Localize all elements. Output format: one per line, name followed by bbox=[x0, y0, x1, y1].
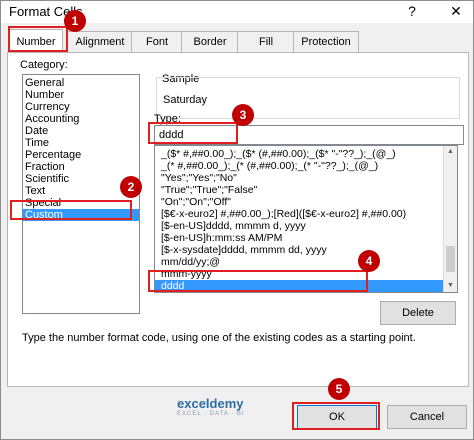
tab-border[interactable]: Border bbox=[181, 31, 239, 52]
scroll-thumb[interactable] bbox=[446, 246, 455, 272]
format-cells-dialog: Format Cells ? ✕ Number Alignment Font B… bbox=[0, 0, 474, 440]
highlight-custom-category bbox=[10, 200, 132, 220]
category-item[interactable]: Date bbox=[23, 125, 139, 137]
format-item[interactable]: _($* #,##0.00_);_($* (#,##0.00);_($* "-"… bbox=[155, 148, 449, 160]
format-item[interactable]: [$-en-US]dddd, mmmm d, yyyy bbox=[155, 220, 449, 232]
format-item[interactable]: "True";"True";"False" bbox=[155, 184, 449, 196]
close-icon[interactable]: ✕ bbox=[447, 3, 465, 20]
sample-value: Saturday bbox=[163, 94, 208, 106]
category-item[interactable]: Fraction bbox=[23, 161, 139, 173]
delete-button[interactable]: Delete bbox=[380, 301, 456, 325]
format-item[interactable]: [$-en-US]h:mm:ss AM/PM bbox=[155, 232, 449, 244]
category-label: Category: bbox=[20, 59, 68, 71]
hint-text: Type the number format code, using one o… bbox=[22, 332, 416, 344]
step-badge-5: 5 bbox=[328, 378, 350, 400]
category-item[interactable]: Accounting bbox=[23, 113, 139, 125]
logo-tagline: EXCEL · DATA · BI bbox=[177, 411, 245, 417]
format-list-scrollbar[interactable]: ▲ ▼ bbox=[443, 146, 457, 292]
scroll-up-icon[interactable]: ▲ bbox=[444, 148, 457, 155]
category-item[interactable]: Currency bbox=[23, 101, 139, 113]
category-item[interactable]: Time bbox=[23, 137, 139, 149]
category-item[interactable]: Percentage bbox=[23, 149, 139, 161]
step-badge-2: 2 bbox=[120, 176, 142, 198]
category-item[interactable]: General bbox=[23, 77, 139, 89]
tab-alignment[interactable]: Alignment bbox=[67, 31, 133, 52]
exceldemy-logo: exceldemy EXCEL · DATA · BI bbox=[177, 396, 245, 417]
highlight-ok-button bbox=[292, 402, 380, 430]
highlight-dddd-item bbox=[148, 270, 368, 292]
help-icon[interactable]: ? bbox=[403, 3, 421, 19]
step-badge-3: 3 bbox=[232, 104, 254, 126]
format-item[interactable]: _(* #,##0.00_);_(* (#,##0.00);_(* "-"??_… bbox=[155, 160, 449, 172]
format-item[interactable]: [$-x-sysdate]dddd, mmmm dd, yyyy bbox=[155, 244, 449, 256]
tab-protection[interactable]: Protection bbox=[293, 31, 359, 52]
step-badge-4: 4 bbox=[358, 250, 380, 272]
scroll-down-icon[interactable]: ▼ bbox=[444, 282, 457, 289]
logo-name: exceldemy bbox=[177, 396, 244, 411]
sample-box: Saturday bbox=[156, 77, 460, 119]
highlight-number-tab bbox=[8, 26, 68, 52]
cancel-button[interactable]: Cancel bbox=[387, 405, 467, 429]
highlight-type-input bbox=[148, 122, 238, 144]
tab-fill[interactable]: Fill bbox=[237, 31, 295, 52]
tab-font[interactable]: Font bbox=[131, 31, 183, 52]
format-item[interactable]: [$€-x-euro2] #,##0.00_);[Red]([$€-x-euro… bbox=[155, 208, 449, 220]
format-item[interactable]: "Yes";"Yes";"No" bbox=[155, 172, 449, 184]
format-item[interactable]: "On";"On";"Off" bbox=[155, 196, 449, 208]
format-item[interactable]: mm/dd/yy;@ bbox=[155, 256, 449, 268]
category-item[interactable]: Number bbox=[23, 89, 139, 101]
step-badge-1: 1 bbox=[64, 10, 86, 32]
